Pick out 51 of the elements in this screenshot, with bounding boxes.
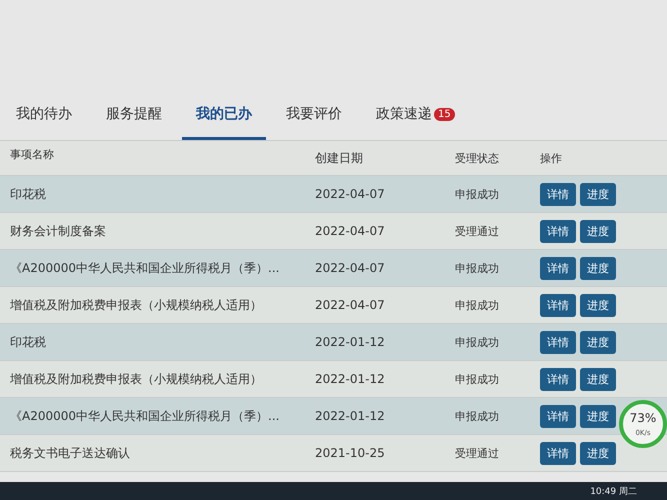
date-cell-text: 2022-04-07	[314, 261, 386, 275]
details-button[interactable]: 详情	[540, 256, 576, 280]
status-cell-text: 申报成功	[454, 186, 500, 202]
progress-button[interactable]: 进度	[580, 294, 616, 316]
percent-text: 73%	[628, 411, 658, 425]
details-button[interactable]: 详情	[540, 442, 576, 464]
progress-button[interactable]: 进度	[580, 256, 616, 280]
details-button[interactable]: 详情	[540, 330, 576, 354]
item-name: 财务会计制度备案	[9, 222, 107, 240]
column-header: 创建日期	[314, 150, 364, 166]
item-name: 印花税	[9, 334, 47, 350]
column-header: 操作	[540, 150, 563, 166]
tab[interactable]: 政策速递 15	[362, 105, 469, 140]
tab[interactable]: 我的待办	[2, 105, 86, 140]
date-cell-text: 2022-01-12	[314, 372, 386, 386]
tab[interactable]: 服务提醒	[92, 105, 176, 140]
date-cell-text: 2022-01-12	[314, 335, 386, 349]
status-cell-text: 受理通过	[454, 224, 500, 238]
status-cell-text: 申报成功	[454, 372, 500, 386]
item-name: 增值税及附加税费申报表（小规模纳税人适用）	[9, 370, 263, 388]
details-button[interactable]: 详情	[540, 220, 576, 242]
progress-button[interactable]: 进度	[580, 220, 616, 242]
status-cell-text: 申报成功	[454, 260, 500, 276]
date-cell-text: 2022-04-07	[314, 224, 386, 238]
column-header: 受理状态	[454, 150, 500, 166]
status-cell-text: 受理通过	[454, 446, 500, 460]
date-cell-text: 2022-01-12	[314, 409, 386, 423]
details-button[interactable]: 详情	[540, 182, 576, 206]
item-name: 税务文书电子送达确认	[9, 444, 131, 462]
status-cell-text: 申报成功	[454, 298, 500, 312]
date-cell-text: 2022-04-07	[314, 187, 386, 201]
status-cell-text: 申报成功	[454, 408, 500, 424]
item-name: 《A200000中华人民共和国企业所得税月（季）...	[9, 408, 280, 424]
item-name: 增值税及附加税费申报表（小规模纳税人适用）	[9, 296, 263, 314]
details-button[interactable]: 详情	[540, 368, 576, 390]
tab[interactable]: 我要评价	[272, 105, 356, 140]
details-button[interactable]: 详情	[540, 404, 576, 428]
details-button[interactable]: 详情	[540, 294, 576, 316]
item-name: 印花税	[9, 186, 47, 202]
date-cell-text: 2021-10-25	[314, 446, 386, 460]
progress-button[interactable]: 进度	[580, 330, 616, 354]
date-cell-text: 2022-04-07	[314, 298, 386, 312]
progress-button[interactable]: 进度	[580, 368, 616, 390]
taskbar-clock: 10:49 周二	[590, 486, 637, 498]
progress-button[interactable]: 进度	[580, 404, 616, 428]
column-header: 事项名称	[9, 147, 55, 162]
item-name: 《A200000中华人民共和国企业所得税月（季）...	[9, 260, 280, 276]
status-cell-text: 申报成功	[454, 334, 500, 350]
progress-button[interactable]: 进度	[580, 442, 616, 464]
count-badge: 15	[434, 108, 455, 120]
progress-button[interactable]: 进度	[580, 182, 616, 206]
